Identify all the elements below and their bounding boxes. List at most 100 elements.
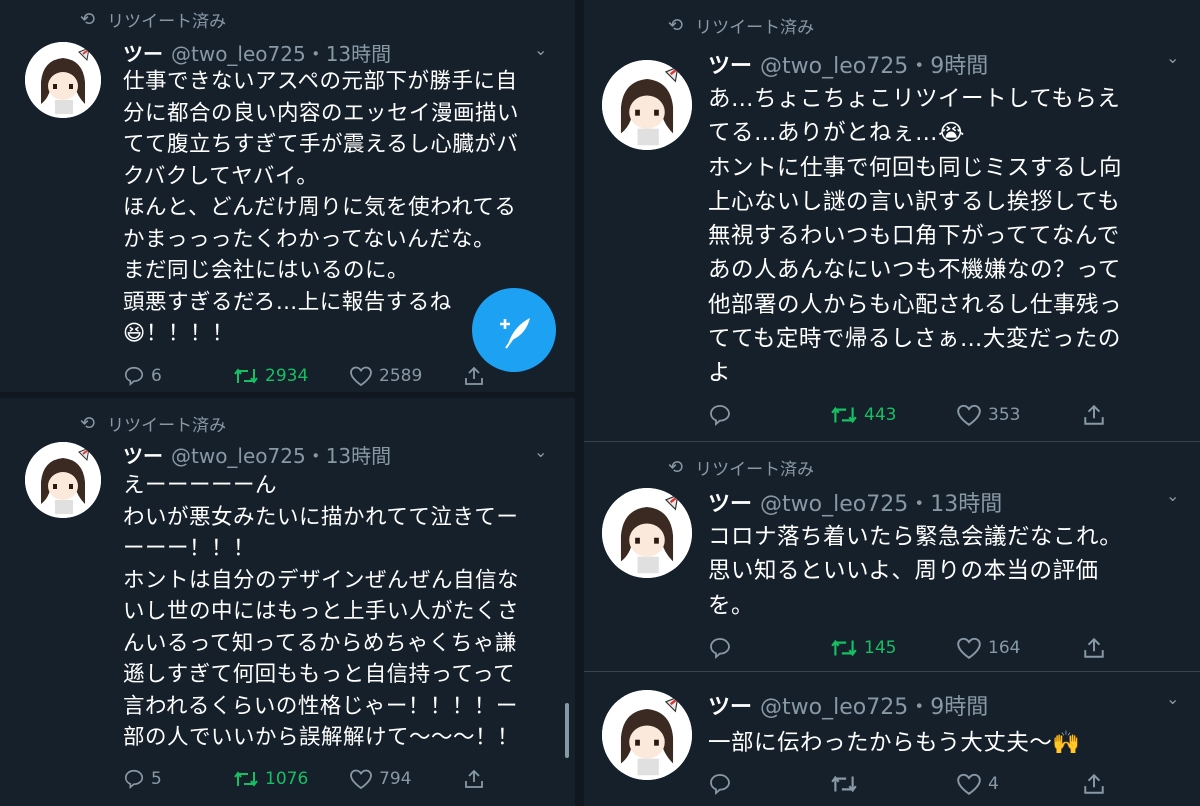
retweet-indicator: ⟲ リツイート済み: [668, 13, 814, 38]
chevron-down-icon[interactable]: ⌄: [534, 40, 547, 59]
retweet-icon: [234, 368, 258, 384]
handle-and-time[interactable]: @two_leo725・13時間: [760, 486, 1002, 518]
reply-button[interactable]: 5: [123, 768, 162, 790]
retweet-indicator-label: リツイート済み: [107, 12, 227, 32]
tweet-header: ツー @two_leo725・9時間: [708, 48, 988, 80]
like-button[interactable]: 164: [956, 636, 1020, 660]
avatar[interactable]: [602, 488, 692, 578]
retweet-icon: [831, 406, 857, 424]
reply-icon: [710, 774, 730, 795]
retweet-indicator: ⟲ リツイート済み: [80, 7, 226, 32]
chevron-down-icon[interactable]: ⌄: [1166, 486, 1179, 505]
tweet-text: 一部に伝わったからもう大丈夫〜🙌: [708, 730, 1081, 756]
tweet-2[interactable]: ⟲ リツイート済み ツー @two_leo725・13時間 ⌄ えーーーーーん …: [0, 398, 575, 806]
retweet-count: 145: [864, 638, 897, 658]
like-button[interactable]: 794: [349, 768, 411, 790]
share-button[interactable]: [1082, 403, 1106, 427]
retweet-button[interactable]: 2934: [233, 365, 308, 387]
display-name[interactable]: ツー: [123, 38, 163, 67]
tweet-header: ツー @two_leo725・13時間: [708, 486, 1002, 518]
heart-icon: [957, 404, 981, 426]
retweet-count: 2934: [265, 366, 309, 386]
like-count: 353: [988, 405, 1021, 425]
like-count: 164: [988, 638, 1021, 658]
tweet-4[interactable]: ⟲ リツイート済み ツー @two_leo725・13時間 ⌄ コロナ落ち着いた…: [584, 442, 1200, 670]
share-icon: [1084, 637, 1104, 658]
share-icon: [1084, 404, 1104, 425]
chevron-down-icon[interactable]: ⌄: [1166, 48, 1179, 67]
tweet-header: ツー @two_leo725・13時間: [123, 440, 391, 469]
handle-and-time[interactable]: @two_leo725・9時間: [760, 48, 988, 80]
handle-and-time[interactable]: @two_leo725・13時間: [171, 440, 391, 469]
avatar[interactable]: [602, 690, 692, 780]
panel-divider: [575, 0, 584, 806]
heart-icon: [957, 637, 981, 659]
like-button[interactable]: 4: [956, 772, 999, 796]
tweet-actions: 6 2934 2589: [123, 365, 563, 392]
tweet-header: ツー @two_leo725・13時間: [123, 38, 391, 67]
reply-count: 6: [151, 366, 162, 386]
avatar[interactable]: [25, 42, 101, 118]
reply-button[interactable]: [708, 772, 738, 796]
tweet-actions: 5 1076 794: [123, 768, 563, 796]
tweet-5[interactable]: ツー @two_leo725・9時間 ⌄ 一部に伝わったからもう大丈夫〜🙌 4: [584, 672, 1200, 806]
compose-tweet-button[interactable]: [472, 288, 556, 372]
retweet-indicator-label: リツイート済み: [695, 18, 815, 38]
tweet-text: えーーーーーん わいが悪女みたいに描かれてて泣きてー ーーー！！！ ホントは自分…: [123, 473, 520, 750]
retweet-icon: ⟲: [668, 457, 684, 478]
handle-and-time[interactable]: @two_leo725・9時間: [760, 689, 988, 721]
heart-icon: [957, 773, 981, 795]
heart-icon: [350, 366, 372, 387]
display-name[interactable]: ツー: [123, 440, 163, 469]
avatar[interactable]: [602, 60, 692, 150]
tweet-header: ツー @two_leo725・9時間: [708, 689, 988, 721]
retweet-indicator-label: リツイート済み: [695, 460, 815, 480]
share-button[interactable]: [463, 365, 485, 387]
handle-and-time[interactable]: @two_leo725・13時間: [171, 38, 391, 67]
like-count: 2589: [379, 366, 423, 386]
like-button[interactable]: 353: [956, 403, 1020, 427]
tweet-actions: 4: [708, 772, 1188, 800]
retweet-button[interactable]: 1076: [233, 768, 308, 790]
retweet-icon: ⟲: [80, 9, 96, 30]
retweet-count: 1076: [265, 769, 309, 789]
retweet-button[interactable]: 145: [830, 636, 896, 660]
share-button[interactable]: [1082, 636, 1106, 660]
retweet-indicator-label: リツイート済み: [107, 416, 227, 436]
timeline-panel-right: ⟲ リツイート済み ツー @two_leo725・9時間 ⌄ あ…ちょこちょこリ…: [584, 0, 1200, 806]
display-name[interactable]: ツー: [708, 48, 752, 80]
reply-icon: [124, 366, 144, 387]
timeline-panel-left-bottom: ⟲ リツイート済み ツー @two_leo725・13時間 ⌄ えーーーーーん …: [0, 398, 575, 806]
chevron-down-icon[interactable]: ⌄: [534, 442, 547, 461]
chevron-down-icon[interactable]: ⌄: [1166, 689, 1179, 708]
retweet-icon: [234, 771, 258, 787]
tweet-text: コロナ落ち着いたら緊急会議だなこれ。 思い知るといいよ、周りの本当の評価 を。: [708, 524, 1123, 619]
retweet-icon: ⟲: [668, 15, 684, 36]
tweet-3[interactable]: ⟲ リツイート済み ツー @two_leo725・9時間 ⌄ あ…ちょこちょこリ…: [584, 0, 1200, 440]
reply-button[interactable]: [708, 403, 738, 427]
feather-plus-icon: [500, 318, 530, 349]
retweet-icon: [831, 775, 857, 793]
retweet-icon: [831, 639, 857, 657]
display-name[interactable]: ツー: [708, 689, 752, 721]
share-button[interactable]: [1082, 772, 1106, 796]
reply-count: 5: [151, 769, 162, 789]
retweet-indicator: ⟲ リツイート済み: [80, 411, 226, 436]
display-name[interactable]: ツー: [708, 486, 752, 518]
heart-icon: [350, 769, 372, 790]
retweet-button[interactable]: 443: [830, 403, 896, 427]
retweet-button[interactable]: [830, 772, 864, 796]
share-icon: [465, 769, 483, 788]
reply-button[interactable]: 6: [123, 365, 162, 387]
scrollbar[interactable]: [565, 703, 569, 758]
reply-icon: [710, 405, 730, 426]
share-button[interactable]: [463, 768, 485, 790]
like-button[interactable]: 2589: [349, 365, 422, 387]
reply-icon: [710, 638, 730, 659]
retweet-indicator: ⟲ リツイート済み: [668, 455, 814, 480]
avatar[interactable]: [25, 442, 101, 518]
tweet-actions: 145 164: [708, 636, 1188, 664]
reply-button[interactable]: [708, 636, 738, 660]
share-icon: [1084, 773, 1104, 794]
tweet-actions: 443 353: [708, 403, 1188, 431]
